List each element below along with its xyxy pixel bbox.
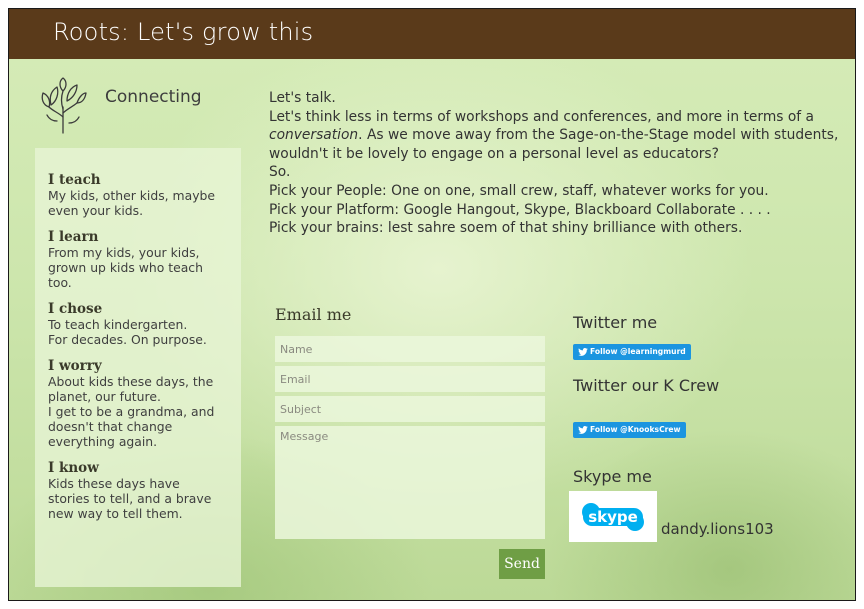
profile-item-learn: I learn From my kids, your kids, grown u… — [48, 229, 241, 290]
intro-line: Pick your People: One on one, small crew… — [269, 182, 769, 199]
profile-heading: I chose — [48, 301, 103, 317]
profile-panel: I teach My kids, other kids, maybe even … — [35, 148, 241, 587]
profile-item-chose: I chose To teach kindergarten. For decad… — [48, 301, 241, 347]
intro-emphasis: conversation — [269, 127, 359, 144]
intro-line: So. — [269, 164, 291, 181]
email-form: Email me — [275, 305, 545, 543]
profile-text: To teach kindergarten. For decades. On p… — [48, 317, 207, 347]
send-button[interactable]: Send — [499, 549, 545, 579]
skype-logo-text: skype — [588, 508, 638, 526]
profile-item-teach: I teach My kids, other kids, maybe even … — [48, 172, 241, 218]
twitter-bird-icon — [578, 348, 588, 356]
profile-heading: I worry — [48, 358, 102, 374]
profile-heading: I know — [48, 460, 99, 476]
follow-label: Follow @KnooksCrew — [590, 425, 681, 434]
profile-item-worry: I worry About kids these days, the plane… — [48, 358, 241, 449]
message-textarea[interactable] — [275, 426, 545, 539]
twitter-crew-heading: Twitter our K Crew — [573, 376, 720, 395]
intro-paragraph: Let's think less in terms of workshops a… — [269, 108, 849, 164]
twitter-bird-icon — [578, 426, 588, 434]
connecting-label: Connecting — [105, 87, 202, 107]
intro-line: Pick your Platform: Google Hangout, Skyp… — [269, 201, 771, 218]
site-title[interactable]: Roots: Let's grow this — [53, 18, 313, 46]
profile-text: About kids these days, the planet, our f… — [48, 374, 215, 449]
intro-text-segment: Let's think less in terms of workshops a… — [269, 108, 814, 125]
follow-label: Follow @learningmurd — [590, 347, 686, 356]
profile-heading: I teach — [48, 172, 101, 188]
follow-learningmurd-button[interactable]: Follow @learningmurd — [573, 344, 691, 360]
page-frame: Roots: Let's grow this Connecting I teac… — [8, 8, 856, 601]
intro-text: Let's talk. Let's think less in terms of… — [269, 89, 849, 238]
skype-username: dandy.lions103 — [661, 520, 774, 538]
follow-knookscrew-button[interactable]: Follow @KnooksCrew — [573, 422, 686, 438]
subject-input[interactable] — [275, 396, 545, 422]
skype-heading: Skype me — [573, 467, 652, 486]
site-header: Roots: Let's grow this — [9, 9, 855, 59]
profile-text: My kids, other kids, maybe even your kid… — [48, 188, 216, 218]
profile-text: Kids these days have stories to tell, an… — [48, 476, 212, 521]
email-heading: Email me — [275, 305, 352, 324]
skype-logo-icon[interactable]: skype — [569, 491, 657, 542]
email-input[interactable] — [275, 366, 545, 392]
intro-line: Pick your brains: lest sahre soem of tha… — [269, 220, 743, 237]
twitter-heading: Twitter me — [573, 313, 658, 332]
name-input[interactable] — [275, 336, 545, 362]
profile-item-know: I know Kids these days have stories to t… — [48, 460, 241, 521]
tree-logo-icon — [41, 77, 87, 134]
profile-text: From my kids, your kids, grown up kids w… — [48, 245, 203, 290]
profile-heading: I learn — [48, 229, 99, 245]
intro-line: Let's talk. — [269, 90, 336, 106]
